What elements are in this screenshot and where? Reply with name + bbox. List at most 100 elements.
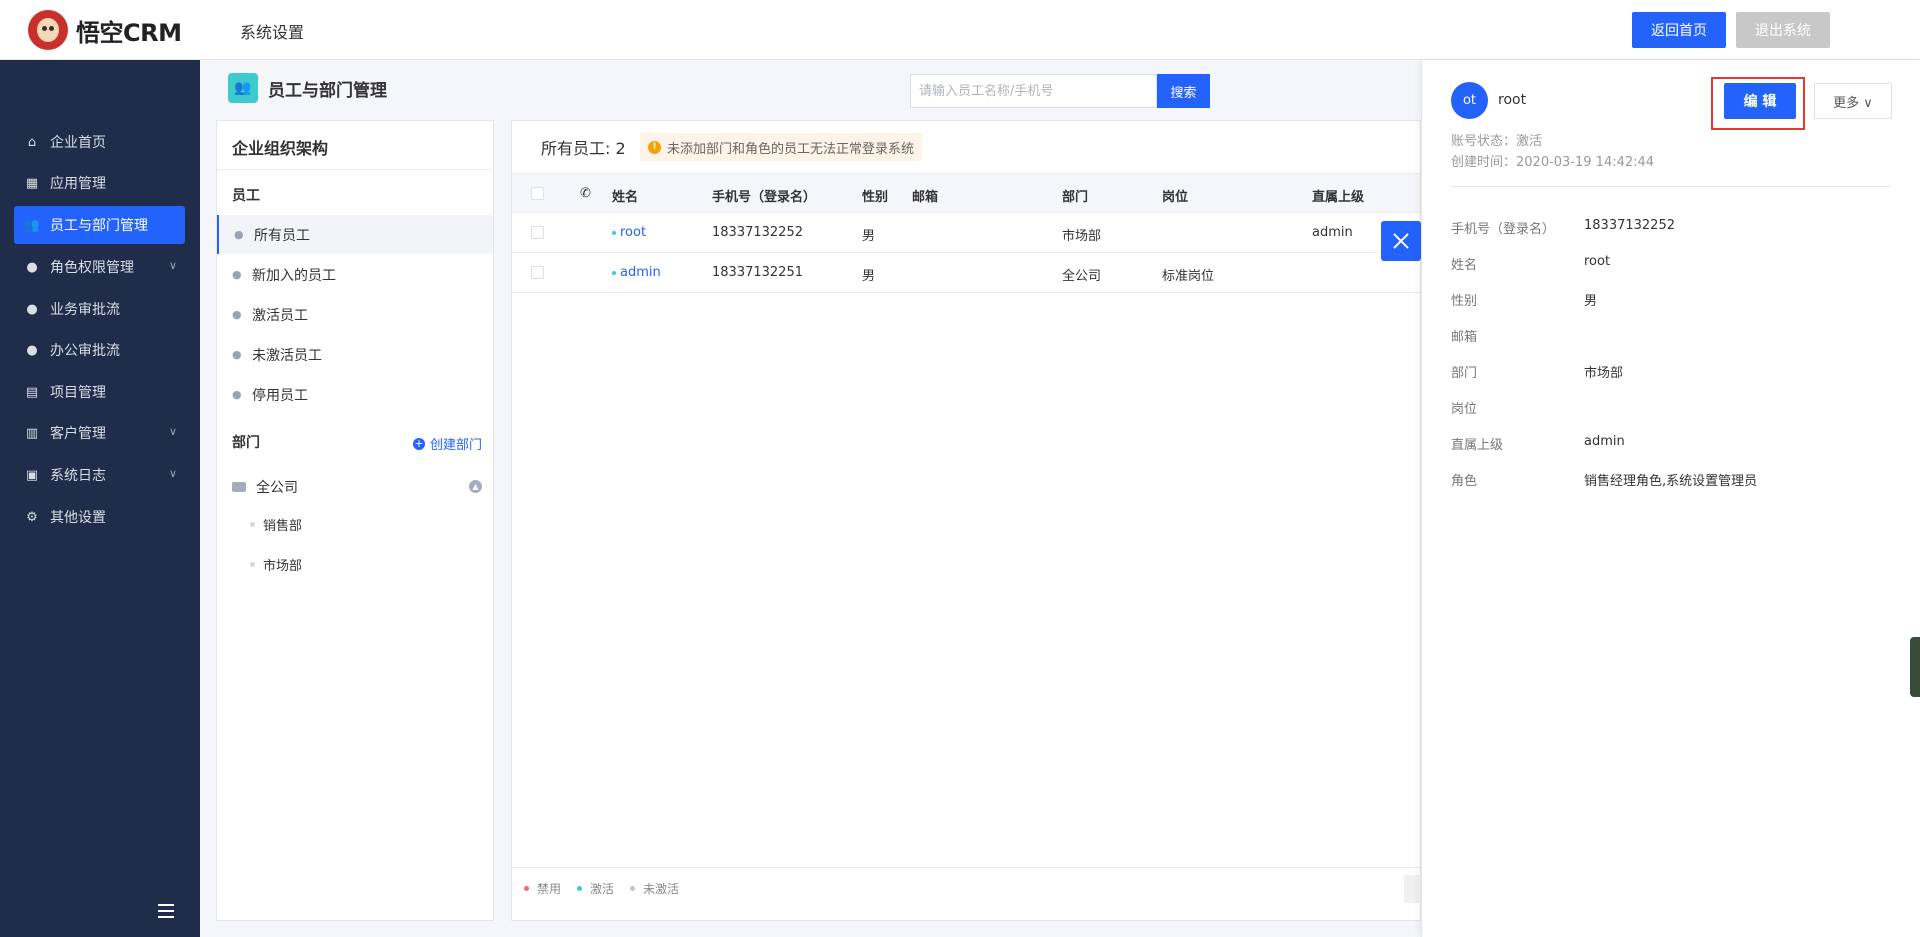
more-dropdown-button[interactable]: 更多 ∨	[1814, 83, 1892, 119]
building-icon	[232, 482, 246, 492]
legend-item: 未激活	[630, 880, 679, 897]
create-department-button[interactable]: + 创建部门	[413, 434, 482, 453]
sidebar-item-customers[interactable]: ▥ 客户管理 ∨	[14, 414, 185, 452]
filter-new-employees[interactable]: ● 新加入的员工	[217, 255, 493, 294]
table-row[interactable]: root 18337132252 男 市场部 admin	[512, 213, 1420, 253]
divider	[1451, 186, 1891, 187]
column-header[interactable]: 邮箱	[912, 186, 938, 205]
row-checkbox[interactable]	[531, 266, 544, 279]
field-label: 部门	[1451, 366, 1478, 381]
employee-table-panel: 所有员工: 2 ! 未添加部门和角色的员工无法正常登录系统 ✆ 姓名 手机号（登…	[511, 120, 1422, 921]
org-title: 企业组织架构	[232, 139, 329, 158]
field-value: 市场部	[1584, 366, 1624, 381]
field-label: 性别	[1451, 294, 1478, 309]
chevron-down-icon: ∨	[168, 259, 177, 272]
sidebar-item-business-approval[interactable]: ● 业务审批流	[14, 290, 185, 328]
sidebar-item-office-approval[interactable]: ● 办公审批流	[14, 331, 185, 369]
user-icon: ●	[232, 268, 242, 281]
sidebar-item-label: 应用管理	[50, 176, 106, 192]
cell-dept: 全公司	[1062, 269, 1102, 284]
select-all-checkbox[interactable]	[531, 187, 544, 200]
sidebar-item-label: 员工与部门管理	[50, 218, 148, 234]
search-button[interactable]: 搜索	[1157, 74, 1210, 108]
employee-detail-drawer: ot root 编 辑 更多 ∨ 账号状态：激活 创建时间：2020-03-19…	[1421, 60, 1920, 937]
cell-post: 标准岗位	[1162, 269, 1215, 284]
field-label: 角色	[1451, 474, 1478, 489]
status-dot	[612, 270, 616, 275]
chevron-down-icon: ∨	[168, 425, 177, 438]
logo-text: 悟空CRM	[76, 18, 182, 47]
employee-count: 所有员工: 2	[541, 139, 626, 158]
collapse-up-icon[interactable]: ▲	[469, 480, 482, 493]
monkey-logo-icon	[28, 10, 68, 50]
phone-icon: ✆	[580, 186, 591, 201]
edit-button[interactable]: 编 辑	[1724, 83, 1796, 119]
avatar: ot	[1451, 82, 1488, 119]
column-header[interactable]: 岗位	[1162, 186, 1188, 205]
filter-label: 所有员工	[254, 227, 310, 244]
legend-item: 禁用	[524, 880, 561, 897]
sidebar-item-apps[interactable]: ▦ 应用管理	[14, 164, 185, 202]
dept-label: 市场部	[263, 559, 303, 574]
gray-dot-icon	[630, 886, 636, 891]
column-header[interactable]: 性别	[862, 186, 888, 205]
sidebar-item-logs[interactable]: ▣ 系统日志 ∨	[14, 456, 185, 494]
field-label: 岗位	[1451, 402, 1478, 417]
sidebar-item-roles[interactable]: ● 角色权限管理 ∨	[14, 248, 185, 286]
column-header[interactable]: 手机号（登录名）	[712, 186, 816, 205]
user-icon: ●	[232, 348, 242, 361]
dept-tree-item[interactable]: 市场部	[250, 555, 302, 574]
filter-inactive-employees[interactable]: ● 未激活员工	[217, 335, 493, 374]
sidebar-item-other-settings[interactable]: ⚙ 其他设置	[14, 498, 185, 536]
sidebar-item-staff[interactable]: 👥 员工与部门管理	[14, 206, 185, 244]
cell-gender: 男	[862, 229, 876, 244]
column-header[interactable]: 姓名	[612, 186, 638, 205]
legend-item: 激活	[577, 880, 614, 897]
users-icon: 👥	[228, 73, 258, 103]
divider	[512, 867, 1420, 868]
sidebar-item-label: 系统日志	[50, 468, 106, 484]
column-header[interactable]: 直属上级	[1312, 186, 1364, 205]
exit-system-button[interactable]: 退出系统	[1736, 12, 1830, 48]
dept-label: 销售部	[263, 519, 303, 534]
detail-name: root	[1498, 92, 1527, 108]
close-drawer-button[interactable]	[1381, 221, 1421, 261]
pagination-prev-button[interactable]	[1404, 875, 1422, 903]
back-home-button[interactable]: 返回首页	[1632, 12, 1726, 48]
dept-tree-root[interactable]: 全公司 ▲	[232, 475, 482, 499]
user-icon: ●	[234, 228, 244, 241]
user-icon: ●	[26, 342, 38, 358]
page-header: 👥 员工与部门管理	[228, 73, 387, 103]
divider	[217, 169, 493, 170]
search-input[interactable]	[910, 74, 1157, 108]
table-row[interactable]: admin 18337132251 男 全公司 标准岗位	[512, 253, 1420, 293]
sidebar-item-label: 办公审批流	[50, 343, 120, 359]
status-legend: 禁用 激活 未激活	[524, 880, 695, 897]
field-value: admin	[1584, 434, 1625, 449]
filter-all-employees[interactable]: ● 所有员工	[217, 215, 493, 254]
field-label: 姓名	[1451, 258, 1478, 273]
filter-active-employees[interactable]: ● 激活员工	[217, 295, 493, 334]
employee-name-link[interactable]: root	[612, 225, 646, 240]
side-handle[interactable]	[1910, 637, 1920, 697]
row-checkbox[interactable]	[531, 226, 544, 239]
logo[interactable]: 悟空CRM	[28, 10, 182, 50]
collapse-menu-icon[interactable]	[158, 904, 180, 920]
column-header[interactable]: 部门	[1062, 186, 1088, 205]
section-title: 系统设置	[240, 23, 305, 42]
red-dot-icon	[524, 886, 529, 891]
page-title: 员工与部门管理	[268, 80, 387, 101]
org-structure-panel: 企业组织架构 员工 ● 所有员工 ● 新加入的员工 ● 激活员工 ● 未激活员工…	[216, 120, 494, 921]
bullet-icon	[250, 562, 255, 567]
plus-circle-icon: +	[413, 436, 425, 450]
users-icon: 👥	[23, 217, 41, 233]
book-icon: ▤	[25, 384, 39, 400]
dept-tree-item[interactable]: 销售部	[250, 515, 302, 534]
user-icon: ●	[232, 388, 242, 401]
cell-leader: admin	[1312, 225, 1353, 240]
sidebar-item-home[interactable]: ⌂ 企业首页	[14, 123, 185, 161]
sidebar-item-label: 角色权限管理	[50, 260, 134, 276]
employee-name-link[interactable]: admin	[612, 265, 661, 280]
filter-disabled-employees[interactable]: ● 停用员工	[217, 375, 493, 414]
sidebar-item-projects[interactable]: ▤ 项目管理	[14, 373, 185, 411]
